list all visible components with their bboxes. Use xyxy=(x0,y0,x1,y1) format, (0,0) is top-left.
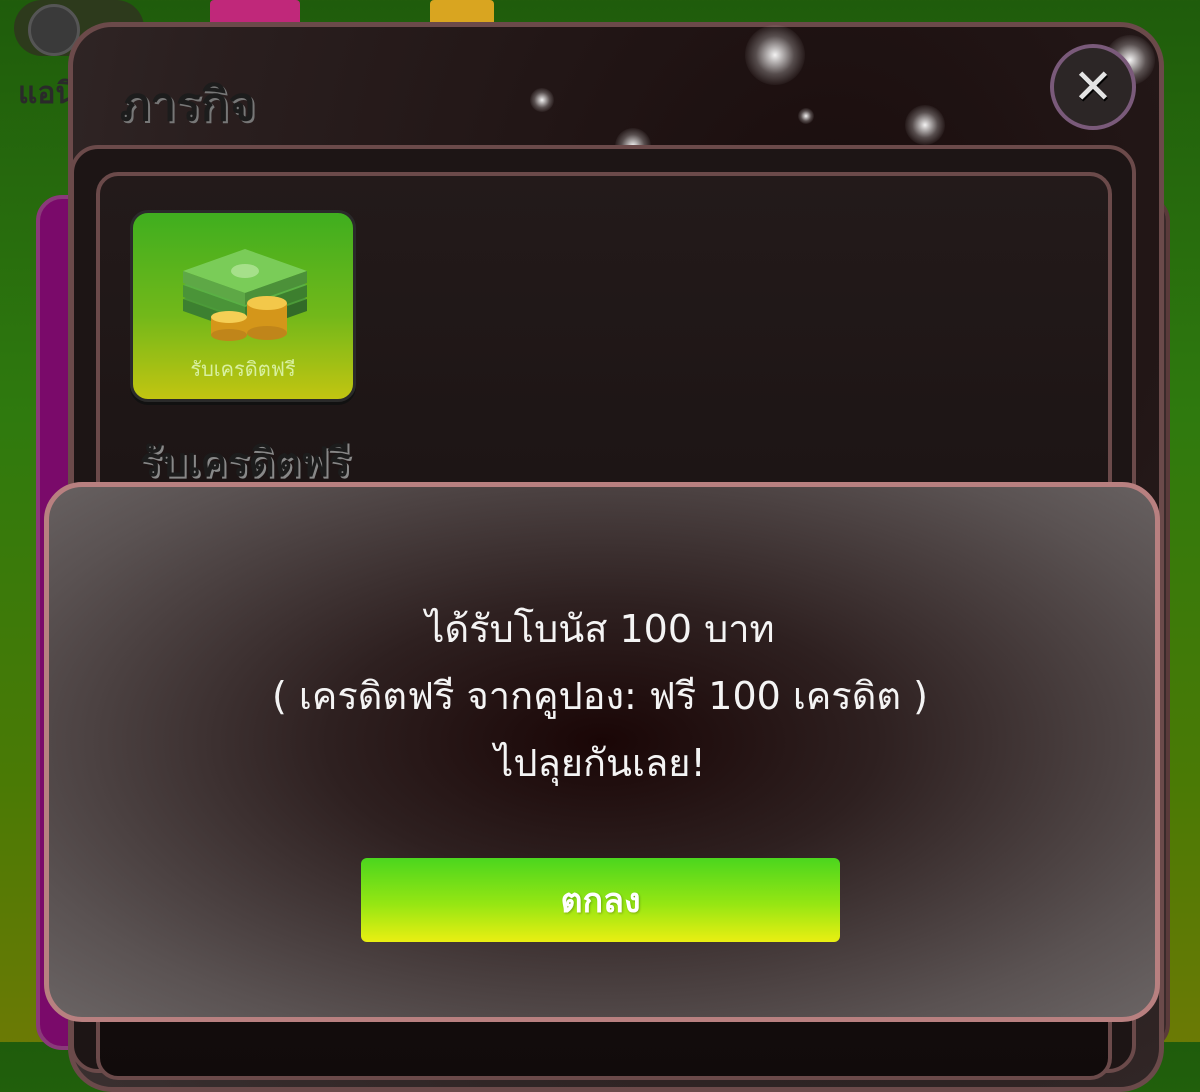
sparkle-decoration xyxy=(530,88,554,112)
close-button[interactable]: ✕ xyxy=(1050,44,1136,130)
card-label: รับเครดิตฟรี xyxy=(190,357,296,381)
panel-title: ภารกิจ xyxy=(120,77,256,131)
sparkle-decoration xyxy=(798,108,814,124)
confirm-button-label: ตกลง xyxy=(560,881,641,921)
bonus-cta-text: ไปลุยกันเลย! xyxy=(494,741,706,785)
bonus-message: ได้รับโบนัส 100 บาท xyxy=(425,607,775,651)
money-stack-coins-icon xyxy=(183,249,307,341)
confirm-button[interactable]: ตกลง xyxy=(361,858,840,942)
sparkle-decoration xyxy=(745,25,805,85)
sparkle-decoration xyxy=(905,105,945,145)
close-icon: ✕ xyxy=(1072,59,1114,115)
free-credit-card[interactable]: รับเครดิตฟรี xyxy=(130,210,356,402)
bonus-detail: ( เครดิตฟรี จากคูปอง: ฟรี 100 เครดิต ) xyxy=(272,674,928,718)
